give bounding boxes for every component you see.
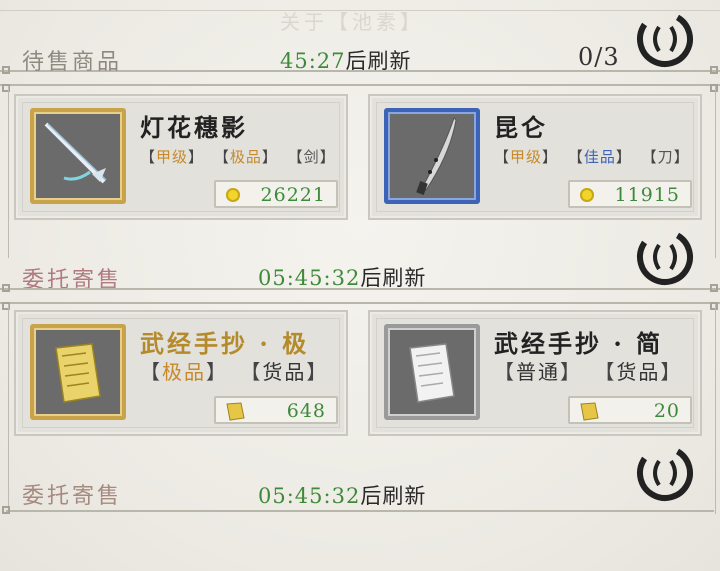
tag: 【剑】 <box>287 148 336 166</box>
tag: 【普通】 <box>494 360 582 384</box>
item-card[interactable]: 灯花穗影 【甲级】 【极品】 【剑】 26221 <box>14 94 348 220</box>
item-tags: 【普通】 【货品】 <box>494 356 686 385</box>
item-name: 武经手抄 · 极 <box>140 329 310 358</box>
tag: 【刀】 <box>641 148 690 166</box>
scroll-white-icon <box>384 324 480 420</box>
refresh-timer: 45:27后刷新 <box>280 49 412 73</box>
divider <box>0 288 720 290</box>
tag: 【货品】 <box>240 360 329 384</box>
tag: 【极品】 <box>213 148 278 166</box>
corner-ornament <box>2 66 10 74</box>
corner-ornament <box>710 284 718 292</box>
tag: 【极品】 <box>140 360 228 384</box>
item-name: 灯花穗影 <box>140 113 248 142</box>
price-box: 11915 <box>568 180 692 208</box>
item-tags: 【极品】 【货品】 <box>140 356 332 385</box>
tag: 【甲级】 <box>140 148 205 166</box>
coin-icon <box>226 188 240 202</box>
corner-ornament <box>2 506 10 514</box>
refresh-timer: 05:45:32后刷新 <box>258 484 427 508</box>
price-value: 20 <box>653 400 680 422</box>
tag: 【货品】 <box>594 360 683 384</box>
scroll-icon <box>580 402 599 421</box>
item-card[interactable]: 武经手抄 · 简 【普通】 【货品】 20 <box>368 310 702 436</box>
price-value: 11915 <box>614 184 680 206</box>
scroll-gold-icon <box>30 324 126 420</box>
section-label-consignment: 委托寄售 <box>22 484 123 509</box>
section-label-for-sale: 待售商品 <box>22 50 123 75</box>
corner-ornament <box>2 284 10 292</box>
divider <box>6 510 714 512</box>
refresh-icon[interactable] <box>636 10 694 68</box>
blade-icon <box>384 108 480 204</box>
tag: 【佳品】 <box>567 148 632 166</box>
item-card[interactable]: 武经手抄 · 极 【极品】 【货品】 648 <box>14 310 348 436</box>
item-name: 昆仑 <box>494 113 548 142</box>
price-box: 648 <box>214 396 338 424</box>
item-tags: 【甲级】 【佳品】 【刀】 <box>494 146 694 167</box>
corner-ornament <box>710 66 718 74</box>
item-tags: 【甲级】 【极品】 【剑】 <box>140 146 340 167</box>
slot-count: 0/3 <box>578 43 620 71</box>
scroll-icon <box>226 402 245 421</box>
tag: 【甲级】 <box>494 148 559 166</box>
price-value: 648 <box>286 400 326 422</box>
price-value: 26221 <box>260 184 326 206</box>
item-name: 武经手抄 · 简 <box>494 329 664 358</box>
item-card[interactable]: 昆仑 【甲级】 【佳品】 【刀】 11915 <box>368 94 702 220</box>
price-box: 20 <box>568 396 692 424</box>
refresh-icon[interactable] <box>636 228 694 286</box>
sword-icon <box>30 108 126 204</box>
coin-icon <box>580 188 594 202</box>
ghost-title: 关于【池素】 <box>280 10 424 34</box>
price-box: 26221 <box>214 180 338 208</box>
refresh-icon[interactable] <box>636 444 694 502</box>
